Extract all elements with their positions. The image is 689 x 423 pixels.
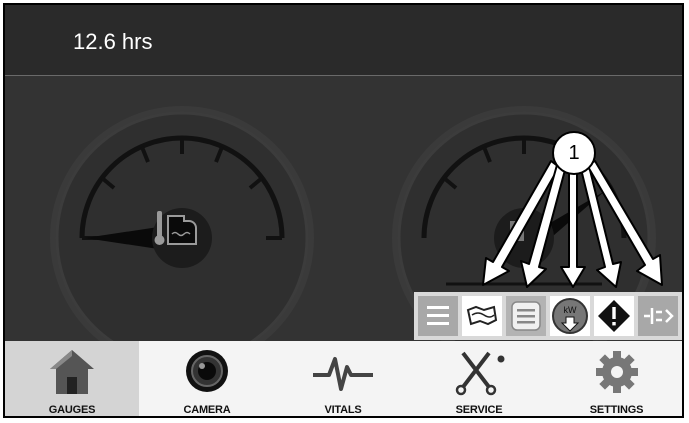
map-button[interactable] <box>462 296 502 336</box>
coolant-temp-gauge[interactable] <box>50 106 314 341</box>
nav-service[interactable]: SERVICE <box>411 341 547 416</box>
header-bar: 12.6 hrs <box>5 5 682 76</box>
kw-label: kW <box>564 305 578 315</box>
engine-hours: 12.6 hrs <box>73 29 153 54</box>
pulse-icon <box>313 357 373 391</box>
power-button[interactable]: kW <box>550 296 590 336</box>
app-frame: 12.6 hrs kW GAUGES CAMERA VITALS SERVICE… <box>3 3 684 418</box>
menu-button[interactable] <box>418 296 458 336</box>
expand-button[interactable] <box>638 296 678 336</box>
nav-label-settings: SETTINGS <box>589 404 644 416</box>
nav-label-camera: CAMERA <box>183 404 231 416</box>
callout-number: 1 <box>552 131 596 175</box>
map-icon <box>466 305 498 326</box>
notes-button[interactable] <box>506 296 546 336</box>
gear-icon <box>595 351 638 393</box>
nav-vitals[interactable]: VITALS <box>275 341 411 416</box>
home-icon <box>50 350 94 394</box>
nav-label-vitals: VITALS <box>324 404 362 416</box>
warning-icon <box>598 300 630 332</box>
bottom-nav: GAUGES CAMERA VITALS SERVICE SETTINGS <box>5 341 682 416</box>
warning-button[interactable] <box>594 296 634 336</box>
gauge-toolbar: kW <box>414 292 682 340</box>
nav-label-gauges: GAUGES <box>48 404 96 416</box>
tools-icon <box>455 351 505 396</box>
menu-icon <box>427 306 449 325</box>
notes-icon <box>511 301 541 331</box>
nav-settings[interactable]: SETTINGS <box>547 341 682 416</box>
camera-icon <box>186 350 228 392</box>
nav-camera[interactable]: CAMERA <box>139 341 275 416</box>
nav-label-service: SERVICE <box>455 404 503 416</box>
nav-gauges[interactable]: GAUGES <box>5 341 139 416</box>
kw-power-icon: kW <box>552 298 588 334</box>
expand-icon <box>644 308 674 324</box>
